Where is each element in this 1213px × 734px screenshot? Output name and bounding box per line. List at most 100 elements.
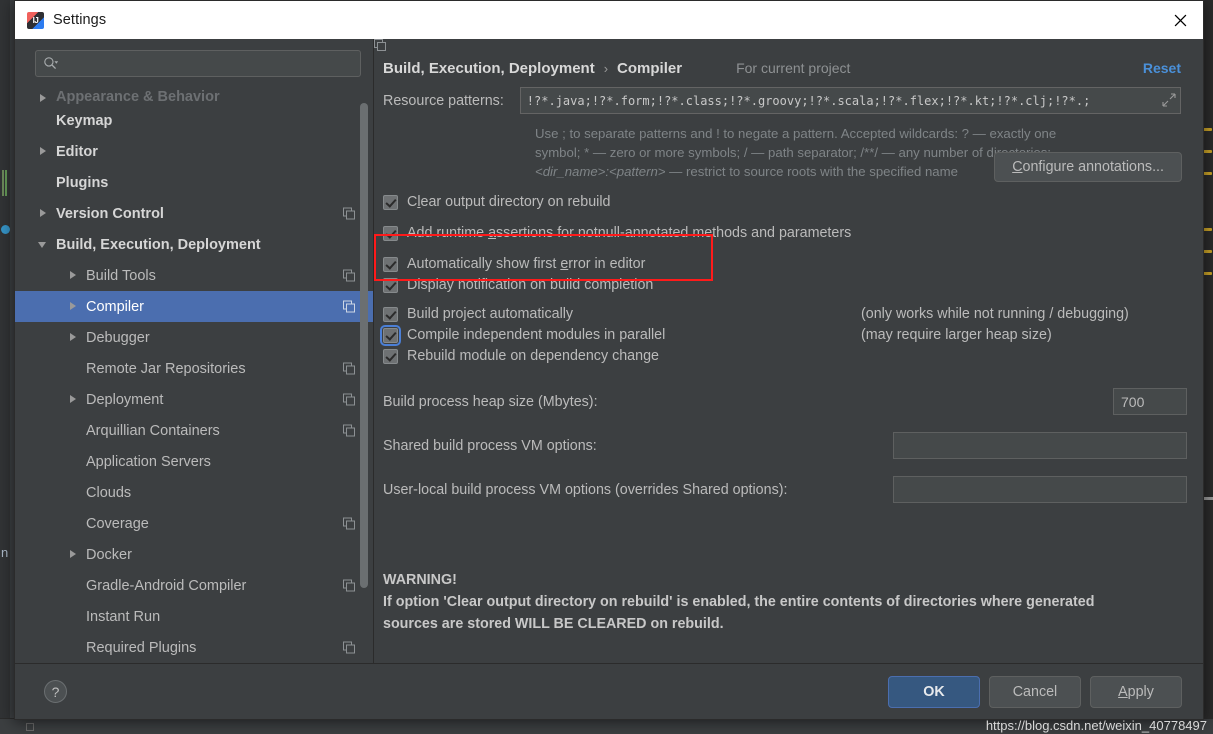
cancel-button[interactable]: Cancel <box>989 675 1081 708</box>
sidebar-item-label: Keymap <box>56 112 113 129</box>
search-box[interactable] <box>35 50 361 77</box>
configure-annotations-button[interactable]: Configure annotations... <box>994 152 1182 182</box>
settings-content: Build, Execution, Deployment › Compiler … <box>374 39 1203 663</box>
sidebar-item-docker[interactable]: Docker <box>15 539 373 570</box>
shared-vm-input[interactable] <box>893 432 1187 459</box>
heap-size-input[interactable] <box>1113 388 1187 415</box>
checkbox-row-build-project-automatically[interactable]: Build project automatically (only works w… <box>383 306 1181 322</box>
chevron-right-icon[interactable] <box>37 145 50 158</box>
copy-icon <box>343 517 356 530</box>
dialog-titlebar: Settings <box>15 1 1203 39</box>
checkbox-compile-independent-modules-in-parallel[interactable] <box>380 324 401 346</box>
hint-line-3-rest: — restrict to source roots with the spec… <box>665 164 958 179</box>
checkbox-build-project-automatically[interactable] <box>383 306 398 322</box>
sidebar-item-label: Docker <box>86 546 132 563</box>
compiler-options-checkbox-group: Clear output directory on rebuild Add run… <box>374 152 1182 364</box>
sidebar-item-label: Build Tools <box>86 267 156 284</box>
resource-patterns-input[interactable]: !?*.java;!?*.form;!?*.class;!?*.groovy;!… <box>519 87 1181 114</box>
sidebar-item-label: Remote Jar Repositories <box>86 360 246 377</box>
sidebar-item-deployment[interactable]: Deployment <box>15 384 373 415</box>
sidebar-item-clouds[interactable]: Clouds <box>15 477 373 508</box>
background-status-bar <box>0 718 1213 734</box>
checkbox-row-rebuild-module-on-dependency-change[interactable]: Rebuild module on dependency change <box>383 348 1181 364</box>
shared-vm-label: Shared build process VM options: <box>383 437 597 454</box>
search-icon <box>44 57 58 70</box>
sidebar-item-gradle-android-compiler[interactable]: Gradle-Android Compiler <box>15 570 373 601</box>
breadcrumb-parent[interactable]: Build, Execution, Deployment <box>383 60 595 77</box>
checkbox-rebuild-module-on-dependency-change[interactable] <box>383 348 398 364</box>
chevron-down-icon[interactable] <box>37 238 50 251</box>
sidebar-item-required-plugins[interactable]: Required Plugins <box>15 632 373 663</box>
checkbox-add-runtime-assertions-for-notnull-annotated[interactable] <box>383 225 398 241</box>
sidebar-item-editor[interactable]: Editor <box>15 136 373 167</box>
sidebar-item-appearance-behavior[interactable]: Appearance & Behavior <box>15 83 373 105</box>
checkbox-display-notification-on-build-completion[interactable] <box>383 277 398 293</box>
scope-indicator: For current project <box>374 39 851 76</box>
search-input[interactable] <box>62 55 360 72</box>
close-icon <box>1174 14 1186 26</box>
expand-icon[interactable] <box>1162 93 1176 107</box>
warning-message: WARNING! If option 'Clear output directo… <box>383 569 1181 635</box>
copy-icon <box>343 579 356 592</box>
search-container <box>15 39 373 83</box>
sidebar-item-remote-jar-repositories[interactable]: Remote Jar Repositories <box>15 353 373 384</box>
sidebar-item-application-servers[interactable]: Application Servers <box>15 446 373 477</box>
settings-dialog: Settings Appearance <box>14 0 1204 720</box>
sidebar-item-compiler[interactable]: Compiler <box>15 291 373 322</box>
scope-label: For current project <box>736 60 851 76</box>
sidebar-item-coverage[interactable]: Coverage <box>15 508 373 539</box>
sidebar-item-instant-run[interactable]: Instant Run <box>15 601 373 632</box>
sidebar-item-label: Editor <box>56 143 98 160</box>
dialog-footer: ? OK Cancel Apply <box>15 663 1203 719</box>
checkbox-row-clear-output-directory-on-rebuild[interactable]: Clear output directory on rebuild <box>383 194 1181 210</box>
sidebar-item-plugins[interactable]: Plugins <box>15 167 373 198</box>
compiler-settings-form: Resource patterns: !?*.java;!?*.form;!?*… <box>374 81 1203 663</box>
reset-link[interactable]: Reset <box>1143 60 1181 76</box>
chevron-right-icon[interactable] <box>37 92 50 105</box>
hint-line-1: Use ; to separate patterns and ! to nega… <box>535 126 1057 141</box>
sidebar-item-build-tools[interactable]: Build Tools <box>15 260 373 291</box>
sidebar-item-version-control[interactable]: Version Control <box>15 198 373 229</box>
userlocal-vm-row: User-local build process VM options (ove… <box>383 476 1187 503</box>
checkbox-row-add-runtime-assertions-for-notnull-annotated[interactable]: Add runtime assertions for notnull-annot… <box>383 225 1181 241</box>
help-button[interactable]: ? <box>44 680 67 703</box>
checkbox-automatically-show-first-error-in-editor[interactable] <box>383 256 398 272</box>
mnemonic: A <box>1118 683 1128 700</box>
checkbox-row-compile-independent-modules-in-parallel[interactable]: Compile independent modules in parallel (… <box>380 324 1181 346</box>
checkbox-row-display-notification-on-build-completion[interactable]: Display notification on build completion <box>383 277 1181 293</box>
copy-icon <box>343 269 356 282</box>
hint-line-3-italic: <dir_name>:<pattern> <box>535 164 666 179</box>
sidebar-item-arquillian-containers[interactable]: Arquillian Containers <box>15 415 373 446</box>
checkbox-clear-output-directory-on-rebuild[interactable] <box>383 194 398 210</box>
checkbox-row-automatically-show-first-error-in-editor[interactable]: Automatically show first error in editor <box>383 256 1181 272</box>
sidebar-item-label: Plugins <box>56 174 109 191</box>
copy-icon <box>343 424 356 437</box>
background-vcs-marker <box>5 170 7 196</box>
chevron-right-icon[interactable] <box>67 393 80 406</box>
chevron-right-icon[interactable] <box>37 207 50 220</box>
apply-button[interactable]: Apply <box>1090 675 1182 708</box>
sidebar-item-build-execution-deployment[interactable]: Build, Execution, Deployment <box>15 229 373 260</box>
heap-size-row: Build process heap size (Mbytes): <box>383 388 1187 415</box>
sidebar-item-label: Arquillian Containers <box>86 422 220 439</box>
ok-button[interactable]: OK <box>888 675 980 708</box>
sidebar-item-label: Appearance & Behavior <box>56 89 220 105</box>
mnemonic: a <box>488 225 497 241</box>
userlocal-vm-input[interactable] <box>893 476 1187 503</box>
close-button[interactable] <box>1157 1 1203 39</box>
warning-line-1: If option 'Clear output directory on reb… <box>383 594 1095 610</box>
chevron-right-icon[interactable] <box>67 331 80 344</box>
chevron-right-icon[interactable] <box>67 300 80 313</box>
checkbox-label: Compile independent modules in parallel <box>407 327 666 343</box>
settings-sidebar: Appearance & Behavior Keymap Editor Plugins… <box>15 39 374 663</box>
chevron-right-icon[interactable] <box>67 548 80 561</box>
sidebar-item-debugger[interactable]: Debugger <box>15 322 373 353</box>
checkbox-label: Display notification on build completion <box>407 277 654 293</box>
sidebar-scrollbar[interactable] <box>360 103 368 588</box>
configure-annotations-label: Configure annotations... <box>1012 159 1164 175</box>
sidebar-item-keymap[interactable]: Keymap <box>15 105 373 136</box>
chevron-right-icon[interactable] <box>67 269 80 282</box>
